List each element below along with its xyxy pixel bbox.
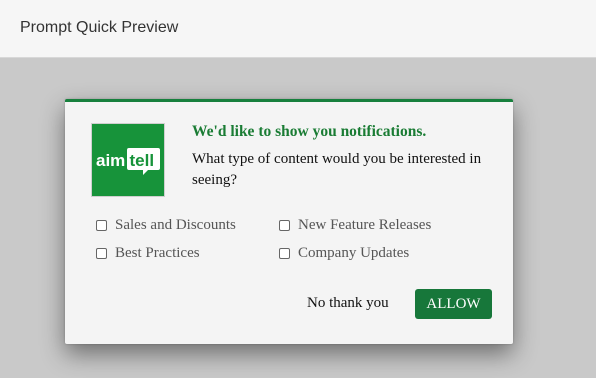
allow-button[interactable]: ALLOW [415, 289, 492, 319]
preview-header: Prompt Quick Preview [0, 0, 596, 58]
prompt-question: What type of content would you be intere… [192, 151, 482, 188]
option-best-practices[interactable]: Best Practices [96, 245, 200, 262]
preview-title: Prompt Quick Preview [20, 19, 179, 36]
option-label: Best Practices [115, 245, 200, 261]
notification-prompt-dialog: aim tell We'd like to show you notificat… [65, 99, 513, 344]
option-label: New Feature Releases [298, 217, 432, 233]
prompt-heading: We'd like to show you notifications. [192, 123, 427, 140]
no-thank-you-button[interactable]: No thank you [307, 295, 389, 312]
option-label: Sales and Discounts [115, 217, 236, 233]
aimtell-logo-icon: aim tell [96, 148, 160, 175]
svg-text:tell: tell [130, 151, 155, 170]
option-sales-and-discounts[interactable]: Sales and Discounts [96, 217, 236, 234]
aimtell-logo: aim tell [91, 123, 165, 197]
checkbox[interactable] [96, 220, 107, 231]
svg-text:aim: aim [96, 151, 125, 170]
checkbox[interactable] [96, 248, 107, 259]
checkbox[interactable] [279, 248, 290, 259]
checkbox[interactable] [279, 220, 290, 231]
option-new-feature-releases[interactable]: New Feature Releases [279, 217, 431, 234]
option-company-updates[interactable]: Company Updates [279, 245, 409, 262]
option-label: Company Updates [298, 245, 410, 261]
